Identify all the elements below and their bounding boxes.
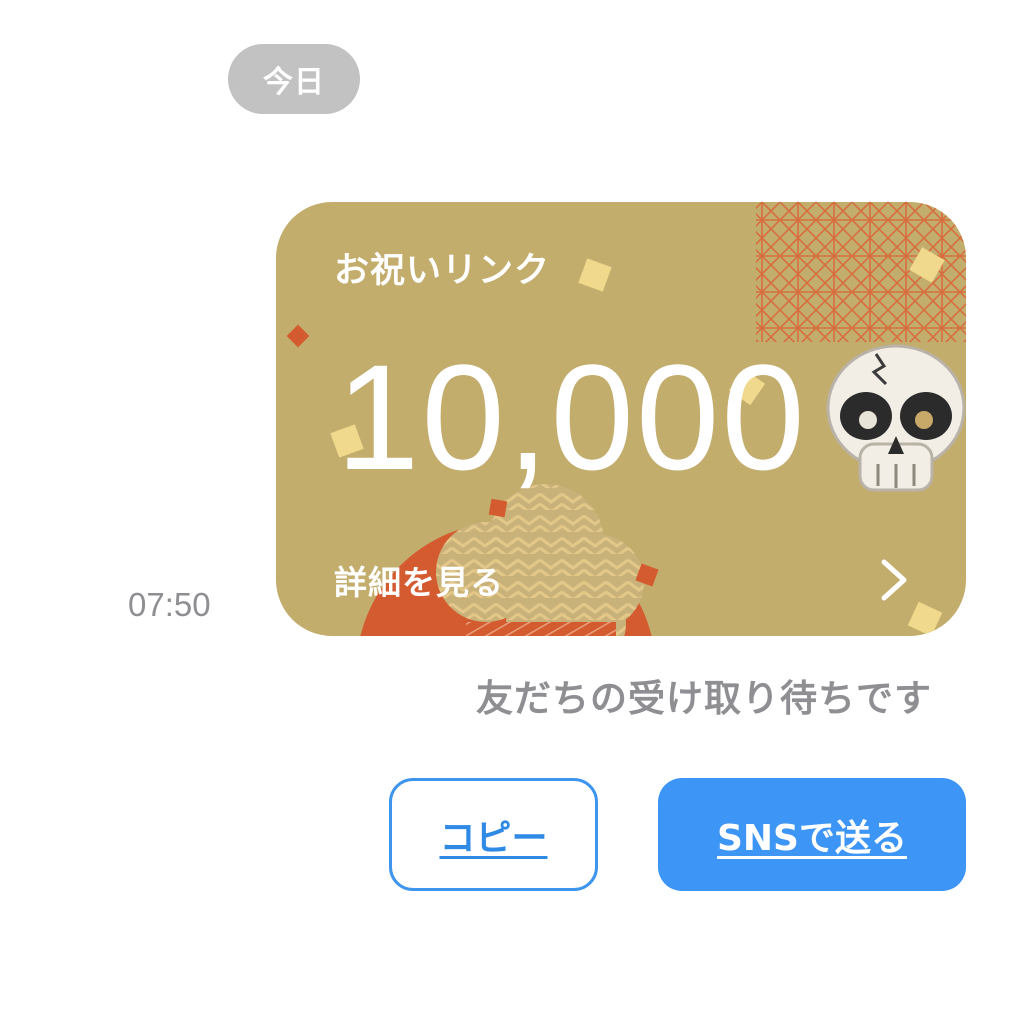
send-sns-button[interactable]: SNSで送る — [658, 778, 966, 891]
view-details-link[interactable]: 詳細を見る — [334, 556, 504, 604]
chat-page: 今日 07:50 お祝いリンク 10,000 詳細を見る 友だちの受け取り待ちで… — [0, 0, 1024, 1021]
send-sns-button-label: SNSで送る — [717, 817, 907, 859]
gift-amount: 10,000 — [336, 333, 807, 501]
skull-icon — [826, 344, 966, 492]
copy-button[interactable]: コピー — [389, 778, 598, 891]
date-badge: 今日 — [228, 44, 360, 114]
message-timestamp: 07:50 — [128, 586, 211, 623]
date-label: 今日 — [263, 65, 325, 100]
status-message: 友だちの受け取り待ちです — [476, 677, 932, 720]
chevron-right-icon[interactable] — [874, 556, 914, 604]
gift-link-card[interactable]: お祝いリンク 10,000 詳細を見る — [276, 202, 966, 636]
copy-button-label: コピー — [439, 817, 548, 859]
card-title: お祝いリンク — [334, 251, 551, 291]
